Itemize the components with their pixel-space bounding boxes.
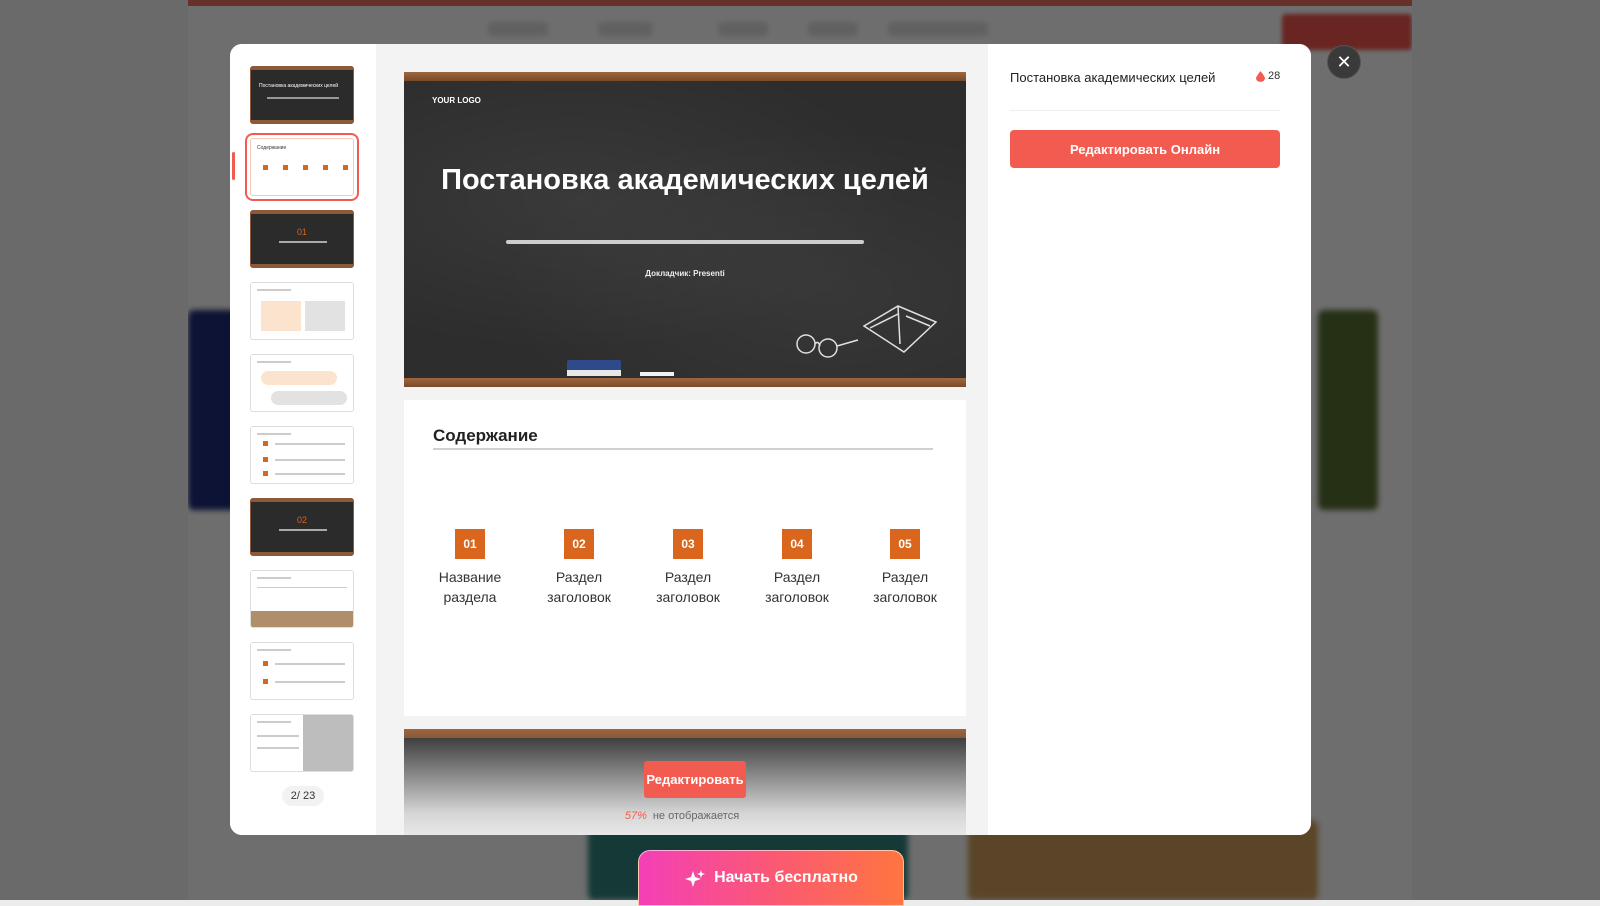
- slide-contents: Содержание 01 Название раздела 02 Раздел…: [404, 400, 966, 716]
- thumb-line: [267, 97, 339, 99]
- thumb-line: [257, 289, 291, 291]
- thumb-block: [305, 301, 345, 331]
- thumb-mark: [263, 441, 268, 446]
- chalkboard-frame-bottom: [404, 378, 966, 387]
- thumb-line: [257, 577, 291, 579]
- thumb-line: [275, 681, 345, 683]
- active-thumb-indicator: [232, 152, 235, 180]
- thumb-line: [257, 747, 299, 749]
- thumb-line: [257, 361, 291, 363]
- thumb-line: [275, 473, 345, 475]
- chalk-eraser: [567, 360, 621, 376]
- slide-title: YOUR LOGO Постановка академических целей…: [404, 72, 966, 387]
- edit-online-button[interactable]: Редактировать Онлайн: [1010, 130, 1280, 168]
- thumb-block: [261, 301, 301, 331]
- contents-item: 02 Раздел заголовок: [539, 529, 619, 607]
- thumb-mark: [323, 165, 328, 170]
- sparkle-icon: [685, 870, 706, 887]
- slide-thumbnail-5[interactable]: [250, 354, 354, 412]
- slide-thumbnail-4[interactable]: [250, 282, 354, 340]
- contents-item: 05 Раздел заголовок: [865, 529, 945, 607]
- contents-item-label: Раздел заголовок: [547, 569, 611, 605]
- thumb-mark: [283, 165, 288, 170]
- hidden-percent: 57%: [624, 810, 647, 822]
- contents-item-number: 04: [782, 529, 812, 559]
- template-details: Постановка академических целей 28 Редакт…: [988, 44, 1311, 835]
- contents-item-label: Раздел заголовок: [765, 569, 829, 605]
- thumb-block: [271, 391, 347, 405]
- chalk-underline: [506, 240, 864, 244]
- thumb-line: [279, 529, 327, 531]
- slide-thumbnail-8[interactable]: [250, 570, 354, 628]
- thumb-title: Постановка академических целей: [259, 83, 339, 89]
- details-divider: [1010, 110, 1280, 111]
- thumb-mark: [303, 165, 308, 170]
- contents-item-number: 01: [455, 529, 485, 559]
- thumb-mark: [263, 457, 268, 462]
- thumb-mark: [263, 661, 268, 666]
- likes-count[interactable]: 28: [1256, 70, 1280, 82]
- contents-item-number: 03: [673, 529, 703, 559]
- thumb-line: [275, 663, 345, 665]
- close-icon[interactable]: ✕: [1327, 45, 1361, 79]
- contents-underline: [433, 448, 933, 450]
- page-counter: 2/ 23: [282, 786, 324, 806]
- contents-item: 01 Название раздела: [430, 529, 510, 607]
- slide-thumbnail-3[interactable]: 01: [250, 210, 354, 268]
- slide-thumbnail-9[interactable]: [250, 642, 354, 700]
- start-free-label: Начать бесплатно: [714, 869, 858, 886]
- thumb-photo: [303, 715, 353, 771]
- thumb-line: [257, 433, 291, 435]
- thumb-mark: [263, 471, 268, 476]
- thumb-mark: [263, 165, 268, 170]
- thumb-number: 01: [297, 227, 308, 237]
- slide-speaker: Докладчик: Presenti: [645, 269, 725, 278]
- thumb-line: [275, 459, 345, 461]
- thumb-title: Содержание: [257, 145, 287, 151]
- template-title: Постановка академических целей: [1010, 70, 1216, 85]
- contents-item-number: 02: [564, 529, 594, 559]
- slide-thumbnail-1[interactable]: Постановка академических целей: [250, 66, 354, 124]
- book-glasses-drawing: [796, 305, 938, 358]
- slide-thumbnail-7[interactable]: 02: [250, 498, 354, 556]
- likes-number: 28: [1268, 70, 1281, 82]
- thumb-number: 02: [297, 515, 308, 525]
- drop-icon: [1256, 70, 1265, 82]
- thumb-mark: [263, 679, 268, 684]
- slide-thumbnail-6[interactable]: [250, 426, 354, 484]
- thumb-line: [257, 735, 299, 737]
- contents-item-label: Раздел заголовок: [656, 569, 720, 605]
- template-preview-modal: Постановка академических целей Содержани…: [230, 44, 1311, 835]
- thumb-mark: [343, 165, 348, 170]
- hidden-slides-note: 57% не отображается: [376, 810, 988, 822]
- edit-button[interactable]: Редактировать: [644, 761, 746, 798]
- contents-item-number: 05: [890, 529, 920, 559]
- thumb-line: [257, 721, 291, 723]
- slide-thumbnail-list[interactable]: Постановка академических целей Содержани…: [230, 44, 376, 835]
- contents-item-label: Раздел заголовок: [873, 569, 937, 605]
- contents-item: 03 Раздел заголовок: [648, 529, 728, 607]
- total-pages: 23: [303, 790, 316, 802]
- thumb-line: [279, 241, 327, 243]
- slide-thumbnail-10[interactable]: [250, 714, 354, 772]
- thumb-image: [251, 611, 353, 627]
- thumb-line: [257, 587, 347, 588]
- slide-logo: YOUR LOGO: [432, 96, 481, 105]
- chalkboard-frame-top: [404, 72, 966, 81]
- slide-main-title: Постановка академических целей: [441, 164, 929, 196]
- slide-thumbnail-2[interactable]: Содержание: [245, 133, 359, 201]
- slide-preview-area[interactable]: YOUR LOGO Постановка академических целей…: [376, 44, 988, 835]
- thumb-line: [257, 649, 291, 651]
- start-free-button[interactable]: Начать бесплатно: [638, 850, 904, 906]
- thumb-line: [275, 443, 345, 445]
- thumb-block: [261, 371, 337, 385]
- chalk-stick: [640, 372, 674, 376]
- hidden-text: не отображается: [652, 810, 740, 822]
- contents-title: Содержание: [433, 426, 538, 445]
- contents-item-label: Название раздела: [438, 569, 502, 605]
- contents-item: 04 Раздел заголовок: [757, 529, 837, 607]
